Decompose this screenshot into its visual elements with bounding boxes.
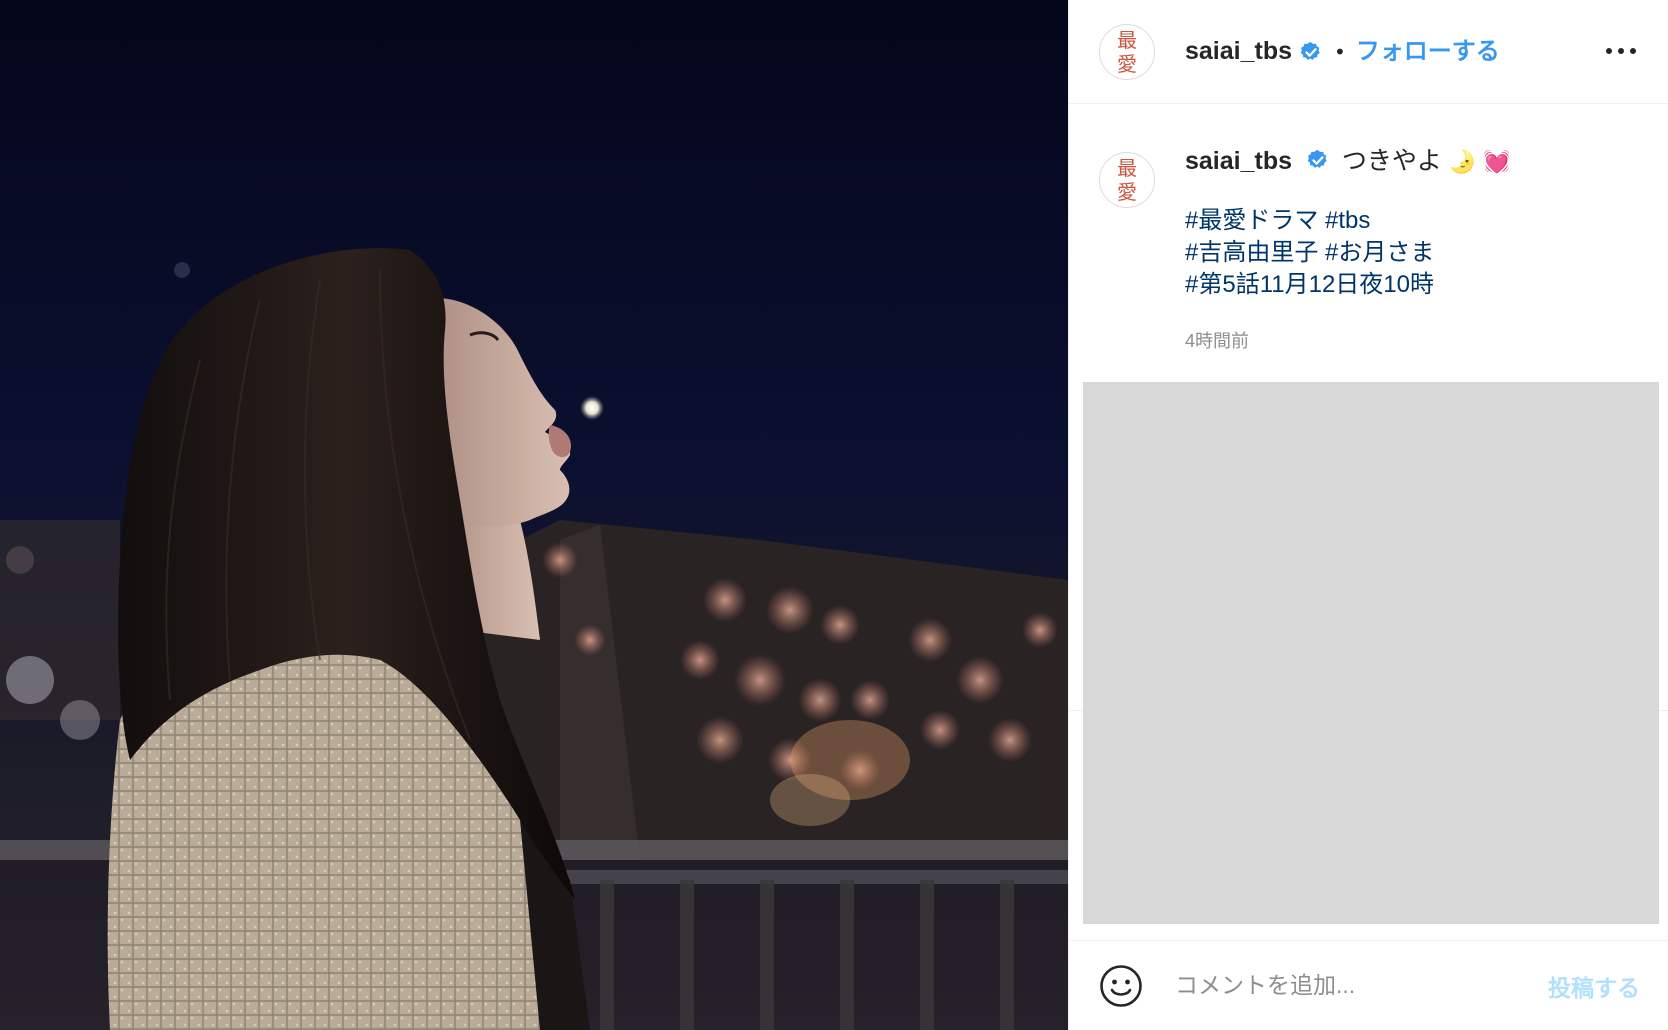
avatar-char-2: 愛: [1117, 180, 1137, 204]
moon-emoji-icon: 🌛: [1448, 149, 1477, 174]
hashtag-link[interactable]: #吉高由里子: [1185, 239, 1318, 266]
night-portrait-image: [0, 0, 1068, 1030]
caption-first-line: saiai_tbs つきやよ 🌛 💓: [1185, 144, 1655, 179]
hashtag-link[interactable]: #最愛ドラマ: [1185, 207, 1318, 234]
hashtag-link[interactable]: #第5話11月12日夜10時: [1185, 271, 1434, 298]
account-avatar[interactable]: 最 愛: [1099, 23, 1155, 80]
avatar-char-1: 最: [1117, 27, 1137, 52]
caption-body: saiai_tbs つきやよ 🌛 💓 #最愛ドラマ #tbs #吉高由里子 #お…: [1185, 144, 1655, 353]
post-comment-button[interactable]: 投稿する: [1548, 969, 1640, 1003]
more-horizontal-icon[interactable]: [1606, 40, 1636, 62]
hashtag-link[interactable]: #お月さま: [1325, 239, 1434, 266]
hashtag-block: #最愛ドラマ #tbs #吉高由里子 #お月さま #第5話11月12日夜10時: [1185, 205, 1655, 301]
verified-badge-icon: [1307, 150, 1327, 169]
post-photo[interactable]: [0, 0, 1068, 1030]
content-placeholder: [1083, 382, 1659, 924]
avatar-char-2: 愛: [1117, 51, 1137, 76]
header-username[interactable]: saiai_tbs: [1185, 37, 1292, 66]
follow-button[interactable]: フォローする: [1356, 31, 1500, 66]
hashtag-line: #最愛ドラマ #tbs: [1185, 205, 1655, 237]
verified-badge-icon: [1300, 41, 1320, 60]
post-caption: 最 愛 saiai_tbs つきやよ 🌛 💓 #最愛ドラマ #tbs #吉高由里…: [1069, 104, 1668, 353]
post-timestamp[interactable]: 4時間前: [1185, 327, 1655, 353]
post-side-panel: 最 愛 saiai_tbs • フォローする 最 愛 saiai_tbs つきや…: [1068, 0, 1668, 1030]
smiley-icon[interactable]: [1099, 964, 1143, 1008]
instagram-post-view: 最 愛 saiai_tbs • フォローする 最 愛 saiai_tbs つきや…: [0, 0, 1668, 1030]
more-dot: [1618, 48, 1624, 54]
more-dot: [1630, 48, 1636, 54]
header-separator: •: [1334, 39, 1346, 64]
heart-emoji-icon: 💓: [1483, 149, 1511, 174]
post-header: 最 愛 saiai_tbs • フォローする: [1069, 0, 1668, 104]
more-dot: [1606, 48, 1612, 54]
hashtag-link[interactable]: #tbs: [1325, 207, 1370, 234]
hashtag-line: #第5話11月12日夜10時: [1185, 269, 1655, 301]
caption-avatar[interactable]: 最 愛: [1099, 152, 1155, 208]
comment-input[interactable]: [1173, 971, 1517, 1000]
caption-username[interactable]: saiai_tbs: [1185, 147, 1292, 175]
avatar-char-1: 最: [1117, 156, 1137, 180]
hashtag-line: #吉高由里子 #お月さま: [1185, 237, 1655, 269]
caption-text: つきやよ: [1341, 147, 1442, 175]
comment-bar: 投稿する: [1069, 940, 1668, 1030]
